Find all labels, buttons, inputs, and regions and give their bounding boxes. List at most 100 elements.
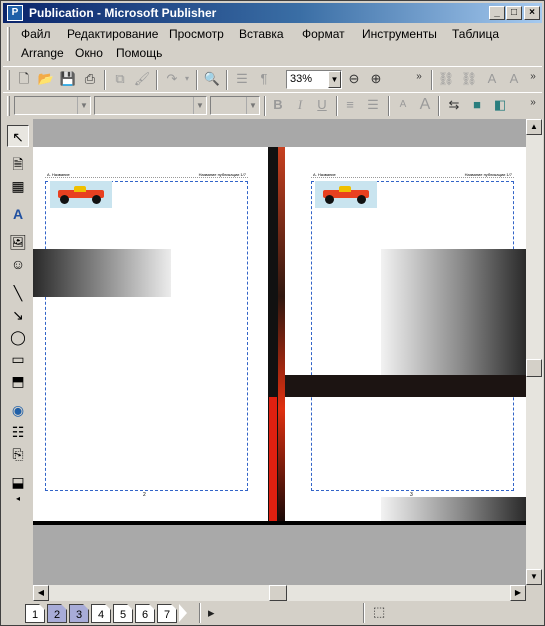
zoom-in-icon[interactable]: ⊕ xyxy=(366,69,386,89)
new-icon[interactable]: 🗋 xyxy=(14,69,34,89)
toolbar-grip[interactable] xyxy=(7,96,10,116)
horizontal-ruler[interactable] xyxy=(33,119,526,147)
style-combobox[interactable]: ▼ xyxy=(14,96,91,115)
columns-icon[interactable]: ☰ xyxy=(232,69,252,89)
pilcrow-icon[interactable]: ¶ xyxy=(254,69,274,89)
text-direction-icon[interactable]: A xyxy=(504,69,524,89)
zoom-preview-icon[interactable]: 🔍 xyxy=(202,69,222,89)
menu-tools[interactable]: Инструменты xyxy=(360,27,439,41)
scroll-left-icon[interactable]: ◀ xyxy=(33,585,49,601)
close-button[interactable]: × xyxy=(524,6,540,20)
toolbar-more-icon[interactable]: ◂ xyxy=(7,488,29,510)
align-center-icon[interactable]: ≡ xyxy=(340,95,360,115)
unlink-icon[interactable]: ⛓ xyxy=(459,69,479,89)
line-style-icon[interactable]: ⇆ xyxy=(444,95,464,115)
maximize-button[interactable]: □ xyxy=(506,6,522,20)
3d-icon[interactable]: ◧ xyxy=(490,95,510,115)
menu-edit[interactable]: Редактирование xyxy=(65,27,160,41)
page-button-5[interactable]: 5 xyxy=(113,604,133,623)
clip-art-icon[interactable]: ☺ xyxy=(7,253,29,275)
horizontal-scroll-thumb[interactable] xyxy=(269,585,287,601)
chevron-down-icon[interactable]: ▼ xyxy=(77,97,90,114)
shadow-icon[interactable]: ■ xyxy=(467,95,487,115)
menu-view[interactable]: Просмотр xyxy=(167,27,226,41)
wordart-icon[interactable]: A xyxy=(7,203,29,225)
publication-workspace[interactable]: A. Название Название публикации 1/7 2 A.… xyxy=(33,147,526,584)
menu-window[interactable]: Окно xyxy=(73,46,105,60)
form-control-icon[interactable]: ☷ xyxy=(7,421,29,443)
toolbar-overflow-icon[interactable]: » xyxy=(413,67,425,87)
navigator-separator xyxy=(363,603,365,623)
zoom-out-icon[interactable]: ⊖ xyxy=(344,69,364,89)
save-icon[interactable]: 💾 xyxy=(58,69,78,89)
menu-format[interactable]: Формат xyxy=(300,27,347,41)
picture-frame-icon[interactable]: 🖼 xyxy=(7,231,29,253)
italic-icon[interactable]: I xyxy=(290,95,310,115)
dark-band[interactable] xyxy=(285,375,526,397)
font-size-combobox[interactable]: ▼ xyxy=(210,96,260,115)
arrow-icon[interactable]: ↘ xyxy=(7,304,29,326)
text-box-icon[interactable]: 🗎 xyxy=(7,153,29,175)
menu-file[interactable]: Файл xyxy=(19,27,53,41)
print-preview-icon[interactable]: ⎙ xyxy=(80,69,100,89)
redo-dropdown-icon[interactable]: ▾ xyxy=(182,69,192,89)
autoshapes-icon[interactable]: ⬒ xyxy=(7,370,29,392)
bold-icon[interactable]: B xyxy=(268,95,288,115)
right-page[interactable]: A. Название Название публикации 1/7 3 xyxy=(285,147,526,525)
minimize-button[interactable]: _ xyxy=(489,6,505,20)
scroll-down-icon[interactable]: ▼ xyxy=(526,569,542,585)
font-combobox[interactable]: ▼ xyxy=(94,96,207,115)
horizontal-scrollbar[interactable]: ◀ ▶ xyxy=(33,585,526,601)
page-button-2[interactable]: 2 xyxy=(47,604,67,623)
page-next-icon[interactable] xyxy=(179,604,187,622)
app-icon[interactable]: P xyxy=(7,5,23,21)
scroll-up-icon[interactable]: ▲ xyxy=(526,119,542,135)
chevron-down-icon[interactable]: ▼ xyxy=(328,71,341,88)
html-fragment-icon[interactable]: ⎘ xyxy=(7,443,29,465)
gradient-block[interactable] xyxy=(381,249,526,375)
decrease-font-icon[interactable]: A xyxy=(393,95,413,115)
menu-help[interactable]: Помощь xyxy=(114,46,164,60)
line-icon[interactable]: ╲ xyxy=(7,282,29,304)
gradient-footer[interactable] xyxy=(381,497,526,521)
title-bar[interactable]: P Publication - Microsoft Publisher _ □ … xyxy=(3,3,542,23)
table-icon[interactable]: ▦ xyxy=(7,175,29,197)
toolbar-overflow-icon[interactable]: » xyxy=(527,93,539,113)
page-button-7[interactable]: 7 xyxy=(157,604,177,623)
format-painter-icon[interactable]: 🖌 xyxy=(132,69,152,89)
page-button-4[interactable]: 4 xyxy=(91,604,111,623)
race-car-image[interactable] xyxy=(50,181,112,208)
race-car-image[interactable] xyxy=(315,181,377,208)
copy-icon[interactable]: ⧉ xyxy=(110,69,130,89)
vertical-scroll-thumb[interactable] xyxy=(526,359,542,377)
underline-icon[interactable]: U xyxy=(312,95,332,115)
link-icon[interactable]: ⛓ xyxy=(436,69,456,89)
menu-grip[interactable] xyxy=(7,27,10,61)
left-page[interactable]: A. Название Название публикации 1/7 2 xyxy=(33,147,268,525)
increase-font-icon[interactable]: A xyxy=(415,95,435,115)
scroll-right-icon[interactable]: ▶ xyxy=(510,585,526,601)
oval-icon[interactable]: ◯ xyxy=(7,326,29,348)
chevron-down-icon[interactable]: ▼ xyxy=(193,97,206,114)
zoom-combobox[interactable]: 33% ▼ xyxy=(286,70,342,89)
rectangle-icon[interactable]: ▭ xyxy=(7,348,29,370)
chevron-down-icon[interactable]: ▼ xyxy=(246,97,259,114)
text-color-icon[interactable]: A xyxy=(482,69,502,89)
open-icon[interactable]: 📂 xyxy=(36,69,56,89)
page-button-6[interactable]: 6 xyxy=(135,604,155,623)
vertical-scrollbar[interactable]: ▲ ▼ xyxy=(526,119,543,585)
page-button-3[interactable]: 3 xyxy=(69,604,89,623)
menu-insert[interactable]: Вставка xyxy=(237,27,286,41)
toolbar-grip[interactable] xyxy=(7,70,10,90)
hot-spot-icon[interactable]: ◉ xyxy=(7,399,29,421)
select-pointer-icon[interactable]: ↖ xyxy=(7,125,29,147)
menu-arrange[interactable]: Arrange xyxy=(19,46,66,60)
justify-icon[interactable]: ☰ xyxy=(363,95,383,115)
redo-icon[interactable]: ↷ xyxy=(162,69,182,89)
menu-table[interactable]: Таблица xyxy=(450,27,501,41)
page-button-1[interactable]: 1 xyxy=(25,604,45,623)
gradient-bar[interactable] xyxy=(33,249,171,297)
scratch-area[interactable] xyxy=(33,525,526,585)
spine-accent xyxy=(278,147,285,521)
toolbar-overflow-icon[interactable]: » xyxy=(527,67,539,87)
